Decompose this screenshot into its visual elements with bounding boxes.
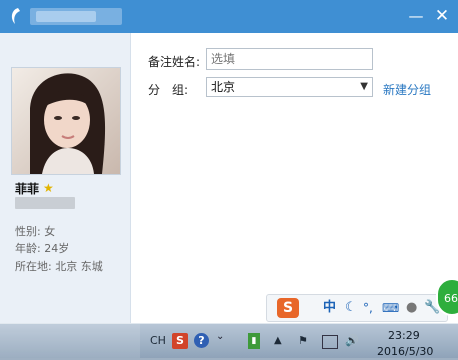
minimize-button[interactable]: —: [406, 6, 426, 26]
profile-panel: 菲菲 ★ 性别: 女 年龄: 24岁 所在地: 北京 东城: [0, 33, 131, 323]
group-label: 分 组:: [148, 83, 189, 97]
dropdown-arrow-icon[interactable]: ▼: [360, 78, 368, 96]
age-info: 年龄: 24岁: [15, 242, 70, 255]
sogou-logo-icon[interactable]: S: [277, 298, 299, 318]
sogou-tray-icon[interactable]: S: [172, 333, 188, 349]
clock-date[interactable]: 2016/5/30: [377, 344, 433, 360]
show-hidden-icons-icon[interactable]: ▲: [274, 333, 282, 349]
taskbar-empty-area: [0, 324, 140, 358]
keyboard-icon[interactable]: ⌨: [382, 299, 399, 317]
ime-toolbar: S 中 ☾ °, ⌨ ● 🔧: [266, 294, 448, 322]
avatar: [11, 67, 121, 175]
group-select[interactable]: 北京 ▼: [206, 77, 373, 97]
remark-label: 备注姓名:: [148, 55, 201, 69]
clock-time[interactable]: 23:29: [388, 328, 420, 344]
app-logo-icon: [11, 8, 20, 24]
title-blurred-inner: [36, 11, 96, 22]
moon-icon[interactable]: ☾: [345, 299, 357, 317]
group-select-value: 北京: [211, 80, 236, 94]
titlebar[interactable]: — ✕: [0, 0, 458, 33]
gender-info: 性别: 女: [15, 225, 56, 238]
remark-input[interactable]: [206, 48, 373, 70]
volume-icon[interactable]: 🔊: [345, 333, 359, 349]
location-info: 所在地: 北京 东城: [15, 260, 103, 273]
usb-icon[interactable]: ▮: [248, 333, 260, 349]
account-id-blurred: [15, 197, 75, 209]
ime-options-icon[interactable]: ⌄: [216, 329, 224, 345]
network-icon[interactable]: [322, 335, 338, 349]
help-icon[interactable]: ?: [194, 333, 209, 348]
add-contact-window: — ✕ 菲菲 ★ 性别: 女 年龄: 24岁 所在地: 北京 东城 备注姓名: …: [0, 0, 458, 323]
notification-badge[interactable]: 66: [436, 278, 458, 316]
action-center-flag-icon[interactable]: ⚑: [298, 333, 308, 349]
language-indicator[interactable]: CH: [150, 333, 166, 349]
new-group-link[interactable]: 新建分组: [383, 81, 431, 98]
user-icon[interactable]: ●: [406, 299, 417, 317]
close-button[interactable]: ✕: [432, 6, 452, 26]
punctuation-icon[interactable]: °,: [363, 299, 373, 317]
ime-mode-toggle[interactable]: 中: [323, 299, 336, 317]
nickname: 菲菲: [15, 181, 40, 196]
star-icon: ★: [43, 181, 54, 195]
nickname-row: 菲菲 ★: [15, 180, 54, 196]
taskbar: CH S ? ⌄ ▮ ▲ ⚑ 🔊 23:29 2016/5/30: [0, 323, 458, 358]
